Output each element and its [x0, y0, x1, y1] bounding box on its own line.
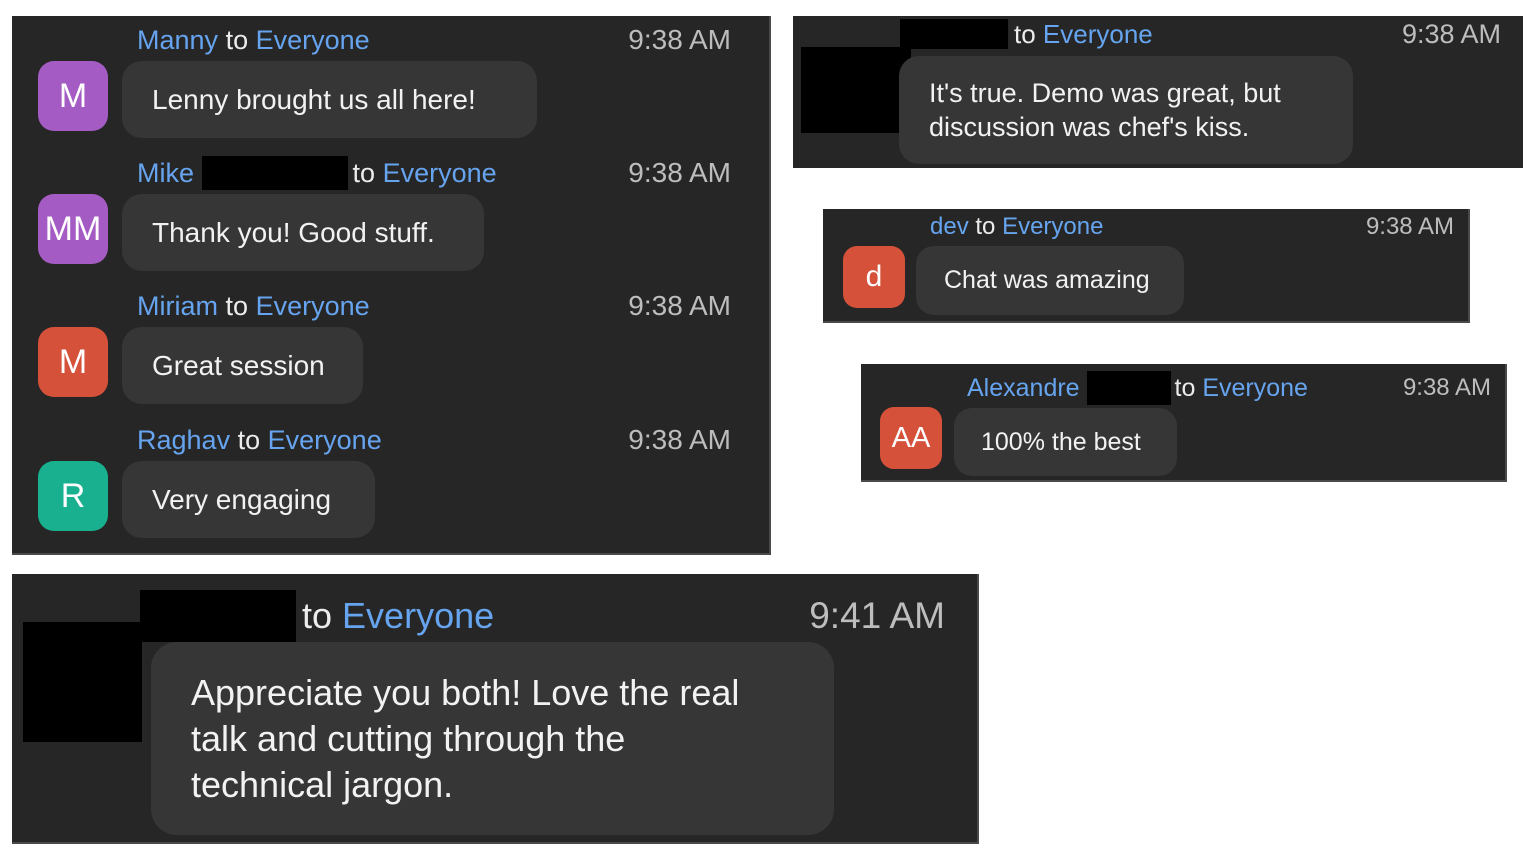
redacted-avatar — [23, 622, 142, 742]
message-bubble: Great session — [122, 327, 363, 404]
message-bubble: Very engaging — [122, 461, 375, 538]
message-time: 9:38 AM — [628, 24, 731, 55]
message-time: 9:38 AM — [1402, 374, 1491, 401]
chat-panel-bottom: to Everyone 9:41 AM Appreciate you both!… — [12, 574, 979, 844]
recipient-name[interactable]: Everyone — [256, 291, 370, 322]
sender-name[interactable]: Alexandre — [967, 374, 1080, 403]
message-header: to Everyone — [900, 18, 1153, 50]
recipient-name[interactable]: Everyone — [1202, 374, 1308, 403]
chat-panel-main: Manny to Everyone 9:38 AM M Lenny brough… — [12, 16, 771, 555]
sender-name[interactable]: Manny — [137, 25, 218, 56]
message-text-line: Appreciate you both! Love the real — [191, 672, 740, 713]
redaction-bar — [140, 590, 296, 642]
message-time: 9:41 AM — [809, 595, 945, 636]
redacted-avatar — [801, 47, 911, 133]
sender-name[interactable]: Miriam — [137, 291, 218, 322]
sender-name[interactable]: Mike — [137, 158, 194, 189]
chat-panel-dev: dev to Everyone 9:38 AM d Chat was amazi… — [823, 209, 1470, 323]
recipient-name[interactable]: Everyone — [1043, 19, 1153, 50]
message-time: 9:38 AM — [1365, 213, 1454, 240]
message-time: 9:38 AM — [628, 157, 731, 188]
message-text: Very engaging — [152, 483, 332, 515]
to-label: to — [237, 424, 261, 455]
avatar[interactable]: M — [38, 61, 108, 131]
message-bubble: It's true. Demo was great, but discussio… — [899, 56, 1353, 164]
message-header: dev to Everyone — [930, 212, 1103, 242]
avatar[interactable]: MM — [38, 194, 108, 264]
message-text: Great session — [152, 349, 325, 381]
avatar[interactable]: AA — [880, 407, 942, 469]
avatar[interactable]: R — [38, 461, 108, 531]
sender-name[interactable]: Raghav — [137, 425, 230, 456]
recipient-name[interactable]: Everyone — [268, 425, 382, 456]
message-text: Lenny brought us all here! — [152, 83, 476, 115]
message-time: 9:38 AM — [628, 424, 731, 455]
message-bubble: Thank you! Good stuff. — [122, 194, 484, 271]
message-bubble: Lenny brought us all here! — [122, 61, 537, 138]
message-text: Chat was amazing — [944, 266, 1150, 294]
redaction-bar — [900, 19, 1008, 49]
message-header: Manny to Everyone — [137, 22, 370, 58]
redaction-bar — [201, 156, 348, 190]
chat-panel-top-right: to Everyone 9:38 AM It's true. Demo was … — [793, 16, 1523, 168]
message-text-line: discussion was chef's kiss. — [929, 112, 1250, 142]
recipient-name[interactable]: Everyone — [383, 158, 497, 189]
to-label: to — [352, 157, 376, 188]
message-text-line: It's true. Demo was great, but — [929, 78, 1281, 108]
message-text-line: talk and cutting through the — [191, 718, 626, 759]
message-text-line: technical jargon. — [191, 764, 454, 805]
recipient-name[interactable]: Everyone — [256, 25, 370, 56]
to-label: to — [302, 595, 333, 636]
recipient-name[interactable]: Everyone — [342, 595, 494, 637]
recipient-name[interactable]: Everyone — [1002, 213, 1103, 241]
message-time: 9:38 AM — [628, 290, 731, 321]
message-text: 100% the best — [981, 427, 1141, 456]
message-header: Miriam to Everyone — [137, 288, 370, 324]
message-bubble: Appreciate you both! Love the real talk … — [151, 642, 834, 835]
avatar[interactable]: d — [843, 246, 905, 308]
to-label: to — [225, 24, 249, 55]
redaction-bar — [1086, 371, 1171, 405]
to-label: to — [1174, 373, 1196, 402]
message-header: Alexandre to Everyone — [967, 371, 1308, 405]
message-header: to Everyone — [140, 590, 494, 642]
message-bubble: 100% the best — [954, 408, 1177, 476]
to-label: to — [1014, 18, 1036, 49]
avatar[interactable]: M — [38, 327, 108, 397]
to-label: to — [225, 290, 249, 321]
message-text: Thank you! Good stuff. — [152, 216, 435, 248]
message-header: Mike to Everyone — [137, 155, 497, 191]
chat-panel-alexandre: Alexandre to Everyone 9:38 AM AA 100% th… — [861, 364, 1507, 482]
message-header: Raghav to Everyone — [137, 422, 382, 458]
message-bubble: Chat was amazing — [916, 246, 1184, 315]
message-time: 9:38 AM — [1401, 19, 1501, 49]
to-label: to — [975, 213, 996, 240]
sender-name[interactable]: dev — [930, 213, 969, 241]
